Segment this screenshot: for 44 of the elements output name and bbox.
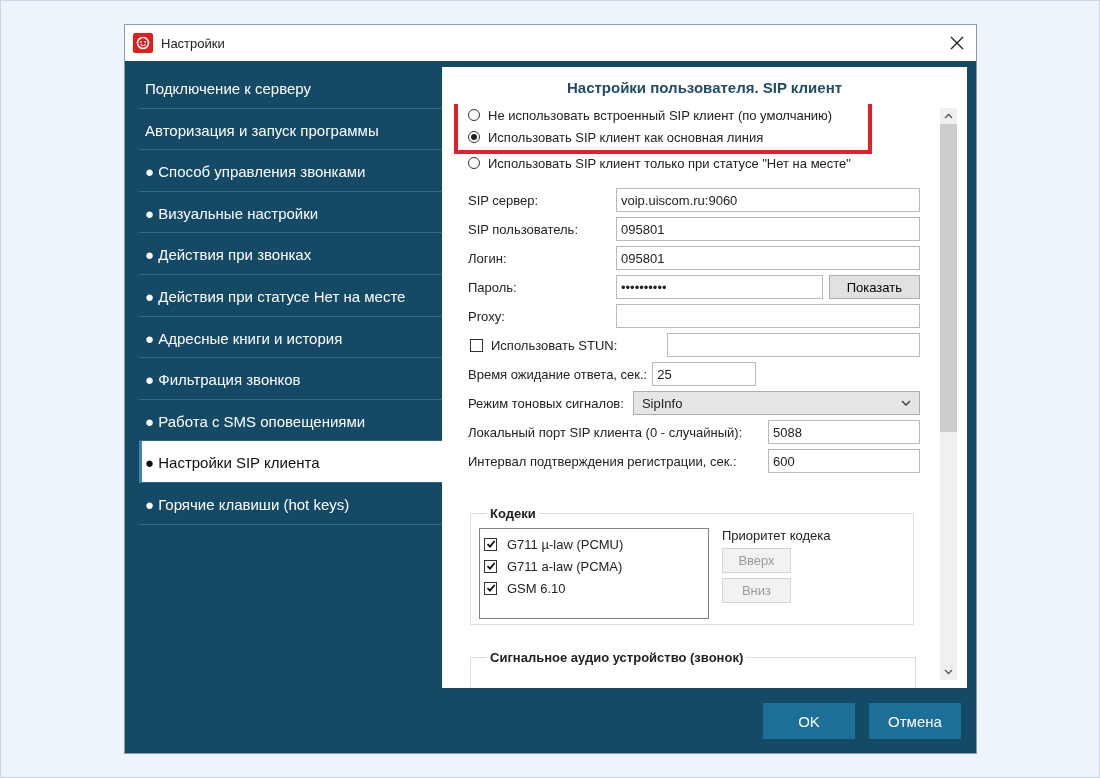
input-field[interactable] — [616, 304, 920, 328]
chevron-down-icon — [901, 400, 911, 406]
input-field[interactable] — [667, 333, 920, 357]
field-label: Логин: — [468, 250, 508, 266]
input-field[interactable]: 095801 — [616, 246, 920, 270]
dropdown[interactable]: SipInfo — [632, 391, 920, 415]
field-label: Режим тоновых сигналов: — [468, 395, 624, 411]
field-label: Пароль: — [468, 279, 518, 295]
input-field[interactable]: 25 — [652, 362, 757, 386]
chevron-up-icon[interactable] — [944, 113, 953, 119]
checkbox[interactable] — [484, 581, 497, 595]
sidebar-item[interactable]: ● Настройки SIP клиента — [139, 441, 442, 483]
checkbox-label: Использовать STUN: — [491, 337, 618, 353]
app-logo-icon — [133, 33, 153, 53]
dialog-button[interactable]: OK — [763, 703, 855, 739]
group-title: Сигнальное аудио устройство (звонок) — [487, 650, 747, 665]
input-field[interactable]: 5088 — [768, 420, 920, 444]
show-button[interactable]: Показать — [828, 275, 920, 299]
chevron-down-icon[interactable] — [944, 669, 953, 675]
input-field[interactable]: 095801 — [616, 217, 920, 241]
radio-label: Не использовать встроенный SIP клиент (по умолчанию) — [488, 107, 833, 123]
input-field[interactable]: voip.uiscom.ru:9060 — [616, 188, 920, 212]
checkbox[interactable] — [484, 537, 497, 551]
field-label: SIP сервер: — [468, 192, 540, 208]
priority-label: Приоритет кодека — [722, 528, 831, 543]
panel-title: Настройки пользователя. SIP клиент — [565, 78, 844, 98]
codec-label: G711 a-law (PCMA) — [507, 558, 623, 574]
group-title: Кодеки — [487, 506, 539, 521]
field-label: Время ожидание ответа, сек.: — [468, 366, 648, 382]
dialog-button[interactable]: Отмена — [869, 703, 961, 739]
scrollbar[interactable] — [940, 108, 957, 680]
field-label: Proxy: — [468, 308, 506, 324]
radio-label: Использовать SIP клиент только при статусе "Нет на месте" — [488, 155, 851, 171]
checkbox[interactable] — [470, 338, 483, 352]
window-title: Настройки — [161, 35, 226, 51]
codec-label: GSM 6.10 — [507, 580, 566, 596]
field-label: SIP пользователь: — [468, 221, 579, 237]
field-label: Интервал подтверждения регистрации, сек.: — [468, 453, 737, 469]
radio-label: Использовать SIP клиент как основная линия — [488, 129, 764, 145]
checkbox[interactable] — [484, 559, 497, 573]
password-field[interactable]: •••••••••• — [616, 275, 823, 299]
input-field[interactable]: 600 — [768, 449, 920, 473]
field-label: Локальный порт SIP клиента (0 - случайный): — [468, 424, 743, 440]
codec-label: G711 µ-law (PCMU) — [507, 536, 624, 552]
